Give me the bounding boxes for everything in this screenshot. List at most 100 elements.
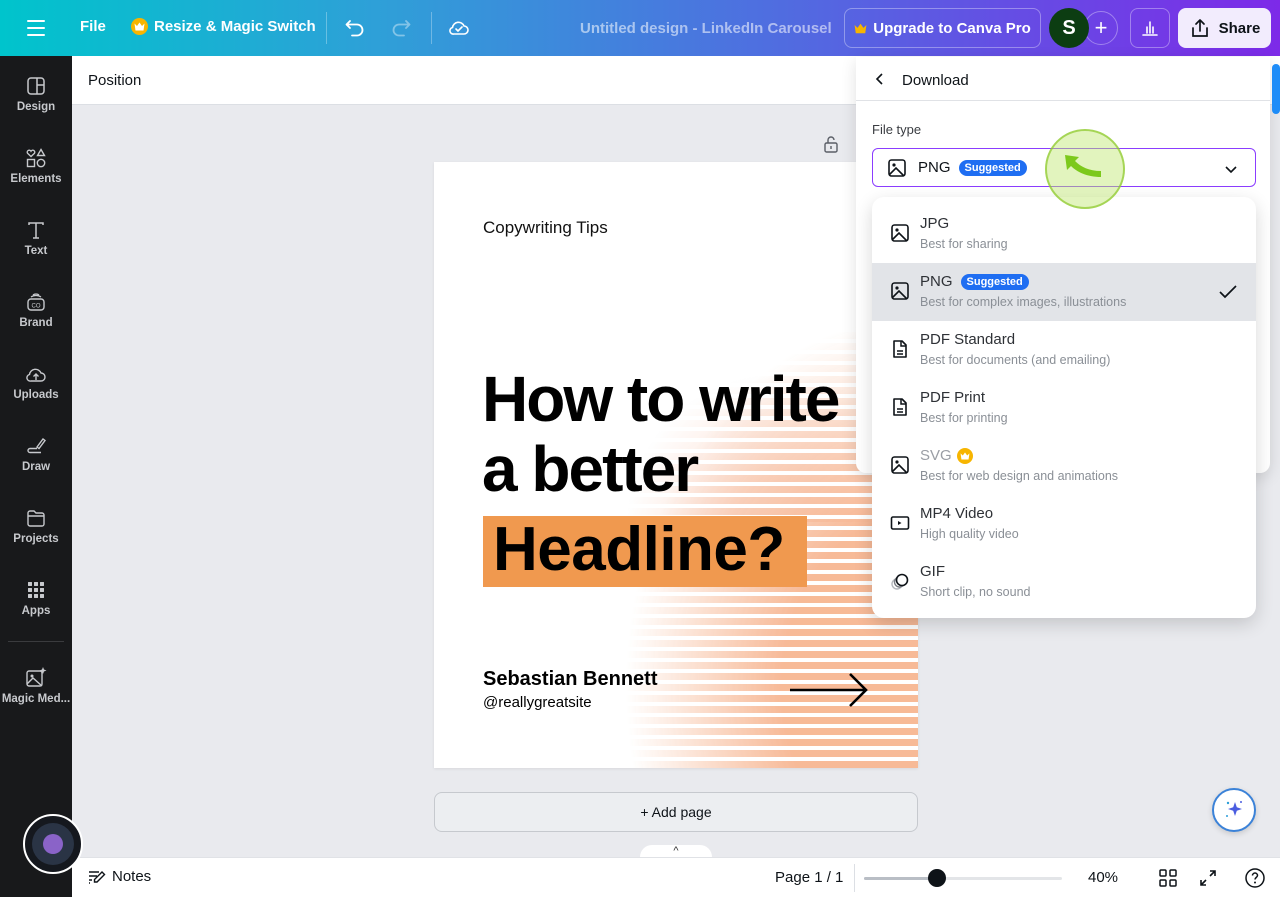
upgrade-button[interactable]: Upgrade to Canva Pro <box>844 8 1041 48</box>
option-name: PDF Standard <box>920 331 1015 348</box>
add-collaborator-button[interactable]: + <box>1084 11 1118 45</box>
headline-highlight-text[interactable]: Headline? <box>493 514 785 586</box>
unlock-icon <box>824 136 838 153</box>
gif-icon <box>890 571 910 591</box>
sidebar-item-brand[interactable]: CO Brand <box>0 290 72 350</box>
sidebar-item-apps[interactable]: Apps <box>0 578 72 638</box>
author-name[interactable]: Sebastian Bennett <box>483 668 657 691</box>
sidebar-item-label: Elements <box>10 173 62 185</box>
file-type-option-mp4-video[interactable]: MP4 Video High quality video <box>872 495 1256 553</box>
image-icon <box>890 455 910 475</box>
chevron-left-icon <box>875 73 883 85</box>
share-label: Share <box>1218 19 1261 37</box>
sidebar-item-draw[interactable]: Draw <box>0 434 72 494</box>
zoom-value[interactable]: 40% <box>1088 869 1118 886</box>
page-headline[interactable]: How to write a better <box>482 364 840 505</box>
file-type-option-pdf-print[interactable]: PDF Print Best for printing <box>872 379 1256 437</box>
cursor-arrow-icon <box>1065 155 1101 177</box>
sidebar-item-label: Design <box>16 101 56 113</box>
option-name: MP4 Video <box>920 505 993 522</box>
sidebar-item-text[interactable]: Text <box>0 218 72 278</box>
option-description: Best for sharing <box>920 237 1008 251</box>
grid-view-button[interactable] <box>1158 868 1178 888</box>
option-name-text: PDF Standard <box>920 331 1016 348</box>
image-icon <box>887 158 907 178</box>
zoom-slider-fill <box>864 877 938 880</box>
file-type-dropdown: JPG Best for sharing PNG Suggested Best for … <box>872 197 1256 618</box>
main-menu-button[interactable] <box>22 16 50 40</box>
add-page-button[interactable]: + Add page <box>434 792 918 832</box>
file-type-option-svg[interactable]: SVG Best for web design and animations <box>872 437 1256 495</box>
redo-button[interactable] <box>389 16 413 40</box>
document-icon <box>890 397 910 417</box>
share-button[interactable]: Share <box>1178 8 1271 48</box>
notes-icon <box>89 870 106 884</box>
notes-button[interactable]: Notes <box>88 868 151 885</box>
sidebar-item-projects[interactable]: Projects <box>0 506 72 566</box>
document-icon <box>890 339 910 359</box>
sidebar-item-uploads[interactable]: Uploads <box>0 362 72 422</box>
save-status-button[interactable] <box>447 15 471 39</box>
draw-icon <box>24 434 48 458</box>
sidebar-item-design[interactable]: Design <box>0 74 72 134</box>
magic-assistant-button[interactable] <box>1212 788 1256 832</box>
avatar[interactable]: S <box>1049 8 1089 48</box>
left-sidebar: Design Elements Text CO Brand Uploads Dr… <box>0 56 72 897</box>
page-kicker-text[interactable]: Copywriting Tips <box>483 218 608 238</box>
option-name: JPG <box>920 215 949 232</box>
upgrade-label: Upgrade to Canva Pro <box>873 19 1031 37</box>
panel-scrollbar[interactable] <box>1272 64 1280 114</box>
crown-icon <box>854 23 867 33</box>
sidebar-item-label: Uploads <box>13 389 59 401</box>
download-title: Download <box>902 72 969 89</box>
option-name-text: GIF <box>920 563 945 580</box>
expand-pages-toggle[interactable]: ^ <box>640 845 712 857</box>
document-title[interactable]: Untitled design - LinkedIn Carousel <box>580 20 832 37</box>
option-description: Best for complex images, illustrations <box>920 295 1127 309</box>
file-type-value: PNG <box>918 159 951 176</box>
page-lock-button[interactable] <box>822 134 840 154</box>
resize-magic-switch-button[interactable]: Resize & Magic Switch <box>131 18 316 35</box>
file-type-option-png[interactable]: PNG Suggested Best for complex images, ill… <box>872 263 1256 321</box>
grid-view-icon <box>1159 869 1177 887</box>
folder-icon <box>24 506 48 530</box>
sidebar-item-label: Apps <box>21 605 51 617</box>
position-button[interactable]: Position <box>88 72 141 89</box>
design-page[interactable]: Copywriting Tips How to write a better H… <box>434 162 918 768</box>
sidebar-item-magic-media[interactable]: Magic Med... <box>0 666 72 726</box>
sidebar-item-label: Brand <box>19 317 53 329</box>
zoom-slider-thumb[interactable] <box>928 869 947 887</box>
option-description: Best for printing <box>920 411 1008 425</box>
divider <box>431 12 432 44</box>
file-type-option-jpg[interactable]: JPG Best for sharing <box>872 205 1256 263</box>
help-button[interactable] <box>1244 867 1266 889</box>
image-icon <box>890 281 910 301</box>
option-name: SVG <box>920 447 973 464</box>
author-handle[interactable]: @reallygreatsite <box>483 694 592 711</box>
file-type-option-pdf-standard[interactable]: PDF Standard Best for documents (and emai… <box>872 321 1256 379</box>
option-name-text: PNG <box>920 273 953 290</box>
canva-assistant-button[interactable] <box>23 814 83 874</box>
file-menu-button[interactable]: File <box>80 18 106 35</box>
option-name-text: JPG <box>920 215 950 232</box>
undo-icon <box>345 20 364 37</box>
option-description: Best for documents (and emailing) <box>920 353 1111 367</box>
back-button[interactable] <box>872 71 888 87</box>
divider <box>854 864 855 892</box>
headline-line-2: a better <box>482 433 699 505</box>
top-bar: File Resize & Magic Switch Untitled desi… <box>0 0 1280 56</box>
option-name: PDF Print <box>920 389 985 406</box>
insights-button[interactable] <box>1130 8 1170 48</box>
zoom-slider[interactable] <box>864 869 1062 887</box>
file-type-option-gif[interactable]: GIF Short clip, no sound <box>872 553 1256 611</box>
suggested-badge: Suggested <box>958 159 1027 176</box>
arrow-right-icon[interactable] <box>788 672 870 710</box>
page-indicator[interactable]: Page 1 / 1 <box>775 869 843 886</box>
sidebar-item-elements[interactable]: Elements <box>0 146 72 206</box>
video-icon <box>890 513 910 533</box>
option-name: GIF <box>920 563 945 580</box>
image-icon <box>890 223 910 243</box>
notes-label: Notes <box>112 868 152 885</box>
undo-button[interactable] <box>343 16 367 40</box>
fullscreen-button[interactable] <box>1198 868 1218 888</box>
